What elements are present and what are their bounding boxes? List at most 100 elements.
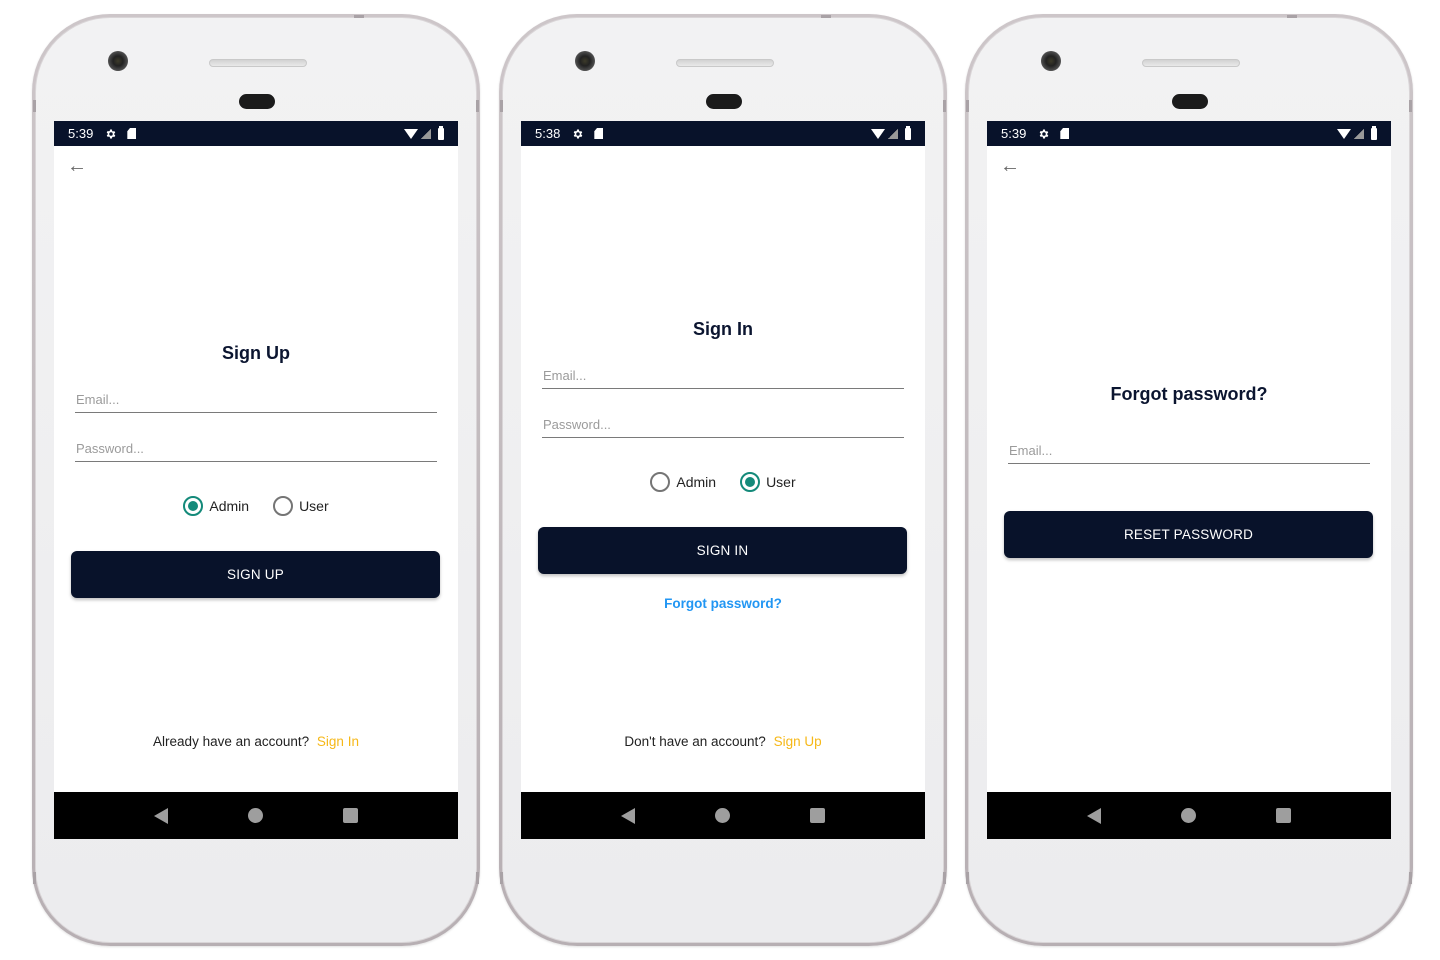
radio-checked-icon[interactable] xyxy=(740,472,761,492)
forgot-password-link[interactable]: Forgot password? xyxy=(521,596,925,611)
back-arrow-icon[interactable]: ← xyxy=(1000,156,1022,176)
side-button xyxy=(966,872,969,884)
recents-square-icon[interactable] xyxy=(1276,808,1291,823)
status-bar: 5:38 xyxy=(521,121,925,146)
side-button xyxy=(943,100,946,112)
radio-unchecked-icon[interactable] xyxy=(650,472,671,492)
home-circle-icon[interactable] xyxy=(248,808,263,823)
signal-icon xyxy=(888,128,898,139)
screen-sign-in: 5:38 Sign In Admin User xyxy=(521,121,925,839)
phone-frame-sign-up: 5:39 ← Sign Up Admin xyxy=(32,14,480,946)
password-field[interactable] xyxy=(75,432,437,462)
back-triangle-icon[interactable] xyxy=(621,807,635,824)
side-button xyxy=(476,100,479,112)
home-circle-icon[interactable] xyxy=(715,808,730,823)
proximity-sensor xyxy=(1172,94,1208,109)
earpiece-speaker xyxy=(209,59,307,67)
password-field[interactable] xyxy=(542,408,904,438)
sign-up-button[interactable]: SIGN UP xyxy=(71,551,440,598)
status-time: 5:39 xyxy=(1001,126,1027,141)
radio-user-label: User xyxy=(766,474,796,490)
role-radio-group: Admin User xyxy=(521,472,925,492)
status-bar: 5:39 xyxy=(54,121,458,146)
front-camera-icon xyxy=(575,51,595,71)
phone-body: 5:39 ← Forgot password? RESET PASSWORD xyxy=(966,15,1412,943)
sd-card-icon xyxy=(127,128,137,139)
page-title: Sign In xyxy=(693,319,753,339)
recents-square-icon[interactable] xyxy=(343,808,358,823)
status-indicators xyxy=(404,125,444,140)
side-button xyxy=(476,872,479,884)
signal-icon xyxy=(421,128,431,139)
back-arrow-icon[interactable]: ← xyxy=(67,156,89,176)
navigation-bar xyxy=(521,792,925,839)
earpiece-speaker xyxy=(676,59,774,67)
side-button xyxy=(500,872,503,884)
radio-user[interactable]: User xyxy=(273,496,329,516)
battery-icon xyxy=(1371,125,1377,140)
sd-card-icon xyxy=(594,128,604,139)
side-button xyxy=(943,872,946,884)
sign-in-button[interactable]: SIGN IN xyxy=(538,527,907,574)
radio-admin[interactable]: Admin xyxy=(650,472,716,492)
signal-icon xyxy=(1354,128,1364,139)
side-button xyxy=(966,100,969,112)
wifi-icon xyxy=(404,128,418,139)
footer-prompt: Don't have an account? Sign Up xyxy=(521,734,925,749)
power-button xyxy=(1287,15,1297,18)
side-button xyxy=(1409,100,1412,112)
side-button xyxy=(500,100,503,112)
wifi-icon xyxy=(871,128,885,139)
proximity-sensor xyxy=(706,94,742,109)
page-title: Forgot password? xyxy=(1110,384,1268,404)
radio-checked-icon[interactable] xyxy=(183,496,204,516)
footer-prompt: Already have an account? Sign In xyxy=(54,734,458,749)
earpiece-speaker xyxy=(1142,59,1240,67)
email-field[interactable] xyxy=(1008,434,1370,464)
gear-icon xyxy=(574,129,583,138)
radio-user-label: User xyxy=(299,498,329,514)
recents-square-icon[interactable] xyxy=(810,808,825,823)
side-button xyxy=(33,100,36,112)
status-time: 5:38 xyxy=(535,126,561,141)
wifi-icon xyxy=(1337,128,1351,139)
navigation-bar xyxy=(54,792,458,839)
phone-body: 5:38 Sign In Admin User xyxy=(500,15,946,943)
side-button xyxy=(33,872,36,884)
phone-body: 5:39 ← Sign Up Admin xyxy=(33,15,479,943)
phone-frame-sign-in: 5:38 Sign In Admin User xyxy=(499,14,947,946)
page-title: Sign Up xyxy=(222,343,290,363)
power-button xyxy=(354,15,364,18)
side-button xyxy=(1409,872,1412,884)
sd-card-icon xyxy=(1060,128,1070,139)
email-field[interactable] xyxy=(542,359,904,389)
radio-unchecked-icon[interactable] xyxy=(273,496,294,516)
navigation-bar xyxy=(987,792,1391,839)
sign-up-link[interactable]: Sign Up xyxy=(774,734,822,749)
back-triangle-icon[interactable] xyxy=(1087,807,1101,824)
role-radio-group: Admin User xyxy=(54,496,458,516)
email-field[interactable] xyxy=(75,383,437,413)
status-indicators xyxy=(871,125,911,140)
gear-icon xyxy=(107,129,116,138)
home-circle-icon[interactable] xyxy=(1181,808,1196,823)
front-camera-icon xyxy=(1041,51,1061,71)
phone-frame-forgot-password: 5:39 ← Forgot password? RESET PASSWORD xyxy=(965,14,1413,946)
screen-sign-up: 5:39 ← Sign Up Admin xyxy=(54,121,458,839)
back-triangle-icon[interactable] xyxy=(154,807,168,824)
sign-in-link[interactable]: Sign In xyxy=(317,734,359,749)
radio-user[interactable]: User xyxy=(740,472,796,492)
front-camera-icon xyxy=(108,51,128,71)
power-button xyxy=(821,15,831,18)
footer-text: Already have an account? xyxy=(153,734,310,749)
status-indicators xyxy=(1337,125,1377,140)
proximity-sensor xyxy=(239,94,275,109)
status-time: 5:39 xyxy=(68,126,94,141)
radio-admin-label: Admin xyxy=(209,498,250,514)
status-bar: 5:39 xyxy=(987,121,1391,146)
radio-admin-label: Admin xyxy=(676,474,717,490)
battery-icon xyxy=(905,125,911,140)
screen-forgot-password: 5:39 ← Forgot password? RESET PASSWORD xyxy=(987,121,1391,839)
reset-password-button[interactable]: RESET PASSWORD xyxy=(1004,511,1373,558)
radio-admin[interactable]: Admin xyxy=(183,496,249,516)
